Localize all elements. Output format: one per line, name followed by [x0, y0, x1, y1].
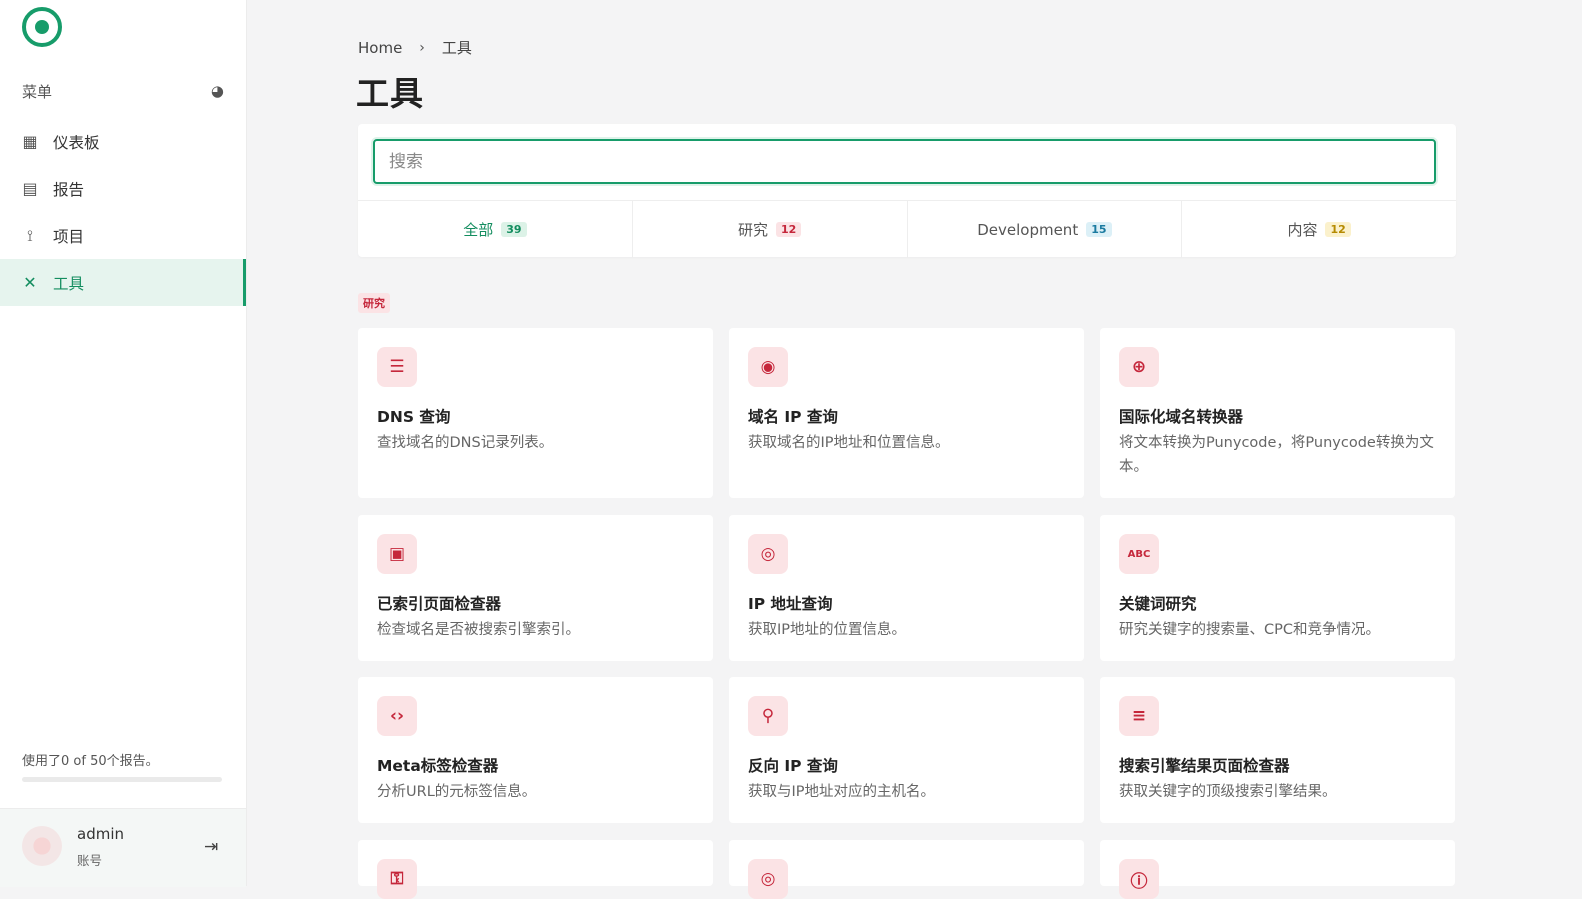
sidebar-item-projects[interactable]: ⟟ 项目 [0, 212, 246, 259]
sidebar-item-dashboard[interactable]: ▦ 仪表板 [0, 118, 246, 165]
tool-title: 关键词研究 [1119, 595, 1197, 613]
sidebar-item-label: 报告 [53, 180, 85, 199]
usage-progress-bar [22, 777, 222, 782]
palette-icon[interactable]: ◕ [211, 82, 224, 100]
tool-description: 获取关键字的顶级搜索引擎结果。 [1119, 784, 1337, 800]
list-search-icon: ≡ [1119, 696, 1159, 736]
count-badge: 15 [1086, 222, 1112, 237]
abc-icon: ABC [1119, 534, 1159, 574]
tool-description: 将文本转换为Punycode，将Punycode转换为文本。 [1119, 435, 1434, 475]
tab-label: Development [977, 220, 1079, 239]
tab-label: 研究 [737, 221, 768, 239]
tool-title: IP 地址查询 [748, 595, 833, 613]
tool-card-meta-tags[interactable]: ‹› Meta标签检查器 分析URL的元标签信息。 [358, 677, 713, 823]
tool-card-partial[interactable]: ⓘ [1100, 840, 1455, 899]
user-role: 账号 [77, 853, 103, 868]
tab-all[interactable]: 全部 39 [358, 201, 633, 258]
tool-description: 获取域名的IP地址和位置信息。 [748, 435, 950, 451]
tool-card-dns[interactable]: ☰ DNS 查询 查找域名的DNS记录列表。 [358, 328, 713, 498]
breadcrumb-home[interactable]: Home [358, 39, 402, 57]
sidebar-item-label: 工具 [53, 274, 85, 293]
user-name[interactable]: admin [77, 825, 124, 843]
tool-title: 已索引页面检查器 [377, 595, 502, 613]
tool-title: 国际化域名转换器 [1119, 408, 1244, 426]
chevron-right-icon: › [419, 39, 425, 56]
reverse-search-icon: ⚲ [748, 696, 788, 736]
search-input[interactable] [373, 139, 1436, 184]
tool-description: 分析URL的元标签信息。 [377, 784, 537, 800]
tool-card-keyword-research[interactable]: ABC 关键词研究 研究关键字的搜索量、CPC和竞争情况。 [1100, 515, 1455, 661]
user-panel: admin 账号 ⇥ [0, 808, 246, 887]
report-icon: ▤ [22, 179, 38, 198]
sidebar-nav: ▦ 仪表板 ▤ 报告 ⟟ 项目 ✕ 工具 [0, 118, 246, 306]
sidebar-item-label: 仪表板 [53, 133, 100, 152]
tab-development[interactable]: Development 15 [908, 201, 1183, 258]
tool-card-serp-checker[interactable]: ≡ 搜索引擎结果页面检查器 获取关键字的顶级搜索引擎结果。 [1100, 677, 1455, 823]
lock-icon: ⚿ [377, 859, 417, 899]
info-icon: ⓘ [1119, 859, 1159, 899]
tool-description: 获取与IP地址对应的主机名。 [748, 784, 936, 800]
count-badge: 12 [775, 222, 802, 237]
tools-filter-panel: 全部 39 研究 12 Development 15 内容 12 [358, 124, 1456, 258]
count-badge: 12 [1325, 222, 1351, 237]
tool-title: 搜索引擎结果页面检查器 [1119, 757, 1290, 775]
globe-icon: ⊕ [1119, 347, 1159, 387]
code-icon: ‹› [377, 696, 417, 736]
count-badge: 39 [501, 222, 527, 237]
tool-card-domain-ip[interactable]: ◉ 域名 IP 查询 获取域名的IP地址和位置信息。 [729, 328, 1084, 498]
tool-card-partial[interactable]: ◎ [729, 840, 1084, 899]
tab-label: 全部 [463, 221, 494, 239]
tool-card-idn[interactable]: ⊕ 国际化域名转换器 将文本转换为Punycode，将Punycode转换为文本… [1100, 328, 1455, 498]
tool-title: Meta标签检查器 [377, 757, 499, 775]
tool-title: 反向 IP 查询 [748, 757, 838, 775]
tool-title: DNS 查询 [377, 408, 451, 426]
tool-description: 检查域名是否被搜索引擎索引。 [377, 622, 580, 638]
tool-card-ip-lookup[interactable]: ◎ IP 地址查询 获取IP地址的位置信息。 [729, 515, 1084, 661]
breadcrumb: Home › 工具 [358, 37, 472, 58]
tool-description: 查找域名的DNS记录列表。 [377, 435, 554, 451]
sidebar-item-tools[interactable]: ✕ 工具 [0, 259, 246, 306]
page-title: 工具 [356, 74, 424, 113]
breadcrumb-current: 工具 [441, 39, 472, 57]
tool-description: 研究关键字的搜索量、CPC和竞争情况。 [1119, 622, 1380, 638]
category-tag-research: 研究 [358, 293, 390, 313]
tab-research[interactable]: 研究 12 [633, 201, 908, 258]
file-search-icon: ▣ [377, 534, 417, 574]
sidebar-item-reports[interactable]: ▤ 报告 [0, 165, 246, 212]
sidebar: 菜单 ◕ ▦ 仪表板 ▤ 报告 ⟟ 项目 ✕ 工具 使用了0 of 50个报告。… [0, 0, 247, 887]
logout-icon[interactable]: ⇥ [204, 837, 218, 857]
target-icon: ◎ [748, 859, 788, 899]
avatar[interactable] [22, 826, 62, 866]
tools-icon: ✕ [23, 273, 37, 292]
tool-title: 域名 IP 查询 [748, 408, 838, 426]
sidebar-item-label: 项目 [53, 227, 85, 246]
server-icon: ☰ [377, 347, 417, 387]
category-tabs: 全部 39 研究 12 Development 15 内容 12 [358, 200, 1456, 258]
globe-search-icon: ◎ [748, 534, 788, 574]
dashboard-icon: ▦ [22, 132, 38, 151]
usage-text: 使用了0 of 50个报告。 [22, 754, 159, 769]
location-icon: ◉ [748, 347, 788, 387]
projects-icon: ⟟ [27, 225, 33, 245]
tab-content[interactable]: 内容 12 [1182, 201, 1456, 258]
tool-card-partial[interactable]: ⚿ [358, 840, 713, 899]
tool-description: 获取IP地址的位置信息。 [748, 622, 907, 638]
tool-card-indexed-pages[interactable]: ▣ 已索引页面检查器 检查域名是否被搜索引擎索引。 [358, 515, 713, 661]
menu-header: 菜单 ◕ [22, 79, 224, 103]
tab-label: 内容 [1287, 221, 1318, 239]
tool-card-reverse-ip[interactable]: ⚲ 反向 IP 查询 获取与IP地址对应的主机名。 [729, 677, 1084, 823]
app-logo[interactable] [22, 7, 62, 47]
menu-label: 菜单 [22, 82, 53, 101]
